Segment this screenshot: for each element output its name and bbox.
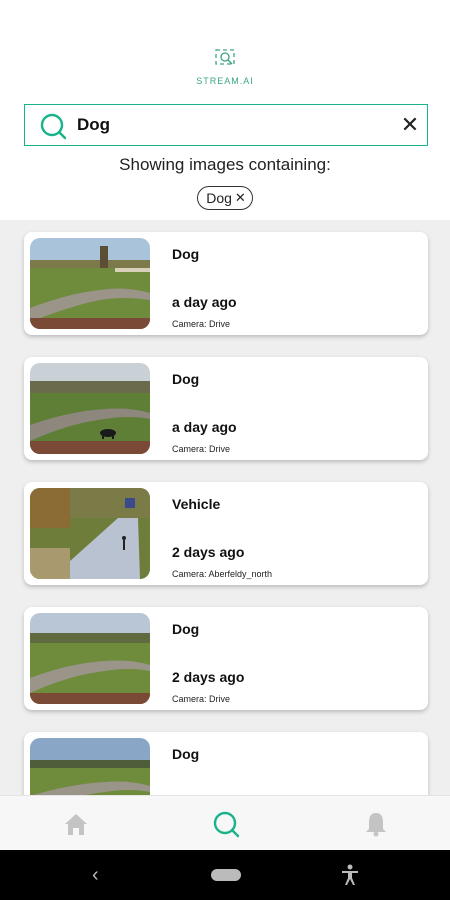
result-label: Vehicle [172, 496, 221, 512]
result-time: 2 days ago [172, 544, 245, 560]
system-nav-bar: ‹ [0, 850, 450, 900]
result-time: a day ago [172, 419, 237, 435]
result-card[interactable]: Vehicle 2 days ago Camera: Aberfeldy_nor… [24, 482, 428, 585]
accessibility-icon[interactable] [340, 864, 360, 886]
result-thumbnail [30, 738, 150, 795]
logo-icon [215, 49, 235, 65]
filter-description: Showing images containing: [119, 155, 331, 174]
result-card[interactable]: Dog [24, 732, 428, 795]
result-thumbnail [30, 238, 150, 329]
clear-search-icon[interactable]: ✕ [399, 114, 421, 136]
search-icon [40, 113, 67, 140]
filter-chip-label: Dog [206, 190, 232, 206]
back-icon[interactable]: ‹ [92, 864, 99, 887]
search-nav-icon[interactable] [212, 810, 240, 838]
header: STREAM.AI ✕ Showing images containing: D… [0, 0, 450, 220]
results-list[interactable]: Dog a day ago Camera: Drive Dog a day ag… [0, 220, 450, 795]
logo-text: STREAM.AI [196, 76, 254, 86]
result-thumbnail [30, 488, 150, 579]
search-bar[interactable]: ✕ [24, 104, 428, 146]
filter-chip[interactable]: Dog ✕ [197, 186, 253, 210]
result-camera: Camera: Aberfeldy_north [172, 569, 273, 579]
result-label: Dog [172, 246, 200, 262]
app-logo: STREAM.AI [0, 48, 450, 86]
search-input[interactable] [77, 111, 377, 139]
remove-filter-icon[interactable]: ✕ [235, 190, 246, 206]
result-card[interactable]: Dog a day ago Camera: Drive [24, 232, 428, 335]
bottom-nav [0, 795, 450, 850]
home-pill-icon[interactable] [211, 869, 241, 881]
result-camera: Camera: Drive [172, 444, 231, 454]
result-card[interactable]: Dog 2 days ago Camera: Drive [24, 607, 428, 710]
result-label: Dog [172, 371, 200, 387]
bell-icon[interactable] [362, 810, 390, 838]
result-label: Dog [172, 621, 200, 637]
result-time: a day ago [172, 294, 237, 310]
result-label: Dog [172, 746, 200, 762]
result-thumbnail [30, 363, 150, 454]
result-card[interactable]: Dog a day ago Camera: Drive [24, 357, 428, 460]
home-icon[interactable] [62, 810, 90, 838]
result-time: 2 days ago [172, 669, 245, 685]
result-camera: Camera: Drive [172, 319, 231, 329]
result-thumbnail [30, 613, 150, 704]
result-camera: Camera: Drive [172, 694, 231, 704]
